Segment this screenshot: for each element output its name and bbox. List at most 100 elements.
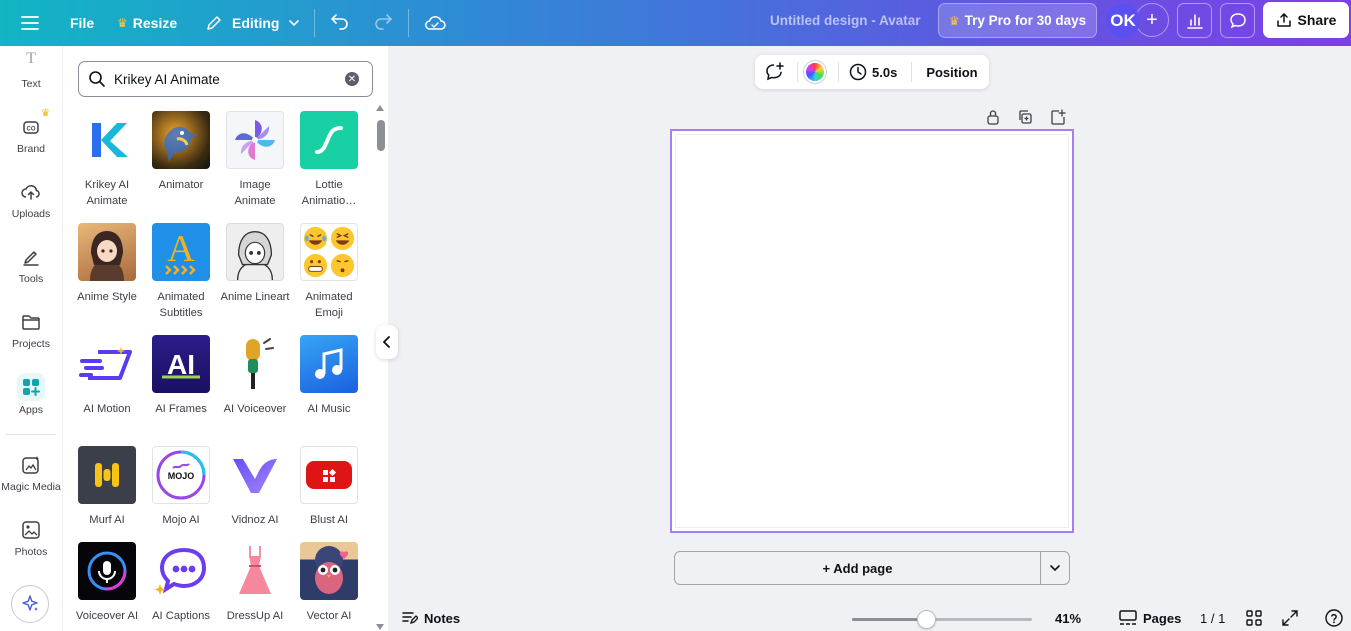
chevron-down-icon	[288, 17, 300, 29]
notes-button[interactable]: Notes	[402, 605, 460, 631]
divider	[6, 434, 56, 435]
search-input[interactable]: Krikey AI Animate ✕	[78, 61, 373, 97]
lock-button[interactable]	[984, 108, 1002, 126]
app-tile[interactable]: Image Animate	[220, 111, 290, 209]
zoom-slider-handle[interactable]	[917, 610, 936, 629]
app-tile[interactable]: Lottie Animatio…	[294, 111, 364, 209]
invite-button[interactable]: +	[1135, 3, 1169, 37]
add-page-button[interactable]: + Add page	[674, 551, 1041, 585]
redo-icon	[373, 14, 393, 32]
clear-search-button[interactable]: ✕	[345, 72, 359, 86]
rail-item-text[interactable]: T Text	[0, 52, 62, 90]
try-pro-button[interactable]: ♛ Try Pro for 30 days	[938, 3, 1097, 38]
rail-item-magic-media[interactable]: Magic Media	[0, 454, 62, 493]
sparkle-icon	[20, 594, 40, 614]
rail-item-apps[interactable]: Apps	[0, 373, 62, 416]
file-menu[interactable]: File	[70, 0, 94, 46]
app-tile[interactable]: Vector AI	[294, 542, 364, 624]
scrollbar-thumb[interactable]	[377, 120, 385, 151]
duplicate-page-button[interactable]	[1016, 108, 1034, 126]
brand-icon: CO ♛	[20, 116, 42, 138]
resize-button[interactable]: ♛ Resize	[117, 0, 177, 46]
undo-button[interactable]	[330, 0, 350, 46]
app-tile[interactable]: Animated Emoji	[294, 223, 364, 321]
scrollbar[interactable]	[375, 104, 383, 631]
app-label: Lottie Animatio…	[292, 177, 366, 209]
app-tile[interactable]: Blust AI	[294, 446, 364, 528]
divider	[408, 9, 409, 37]
editing-mode-button[interactable]: Editing	[205, 0, 300, 46]
add-page-top-button[interactable]	[1049, 108, 1067, 126]
app-label: DressUp AI	[218, 608, 292, 624]
color-picker-button[interactable]	[804, 61, 826, 83]
app-label: Murf AI	[70, 512, 144, 528]
comments-button[interactable]	[1220, 3, 1255, 38]
app-label: Krikey AI Animate	[70, 177, 144, 209]
rail-item-label: Apps	[19, 404, 43, 416]
design-title[interactable]: Untitled design - Avatar	[770, 13, 921, 28]
zoom-level[interactable]: 41%	[1055, 605, 1081, 631]
zoom-slider-fill	[852, 618, 926, 621]
app-tile[interactable]: Anime Lineart	[220, 223, 290, 305]
app-tile[interactable]: Murf AI	[72, 446, 142, 528]
position-button[interactable]: Position	[926, 65, 977, 80]
avatar[interactable]: OK	[1106, 4, 1140, 38]
app-tile[interactable]: Anime Style	[72, 223, 142, 305]
svg-text:CO: CO	[27, 127, 36, 133]
help-button[interactable]	[1325, 605, 1343, 631]
bar-chart-icon	[1186, 12, 1204, 30]
redo-button[interactable]	[373, 0, 393, 46]
save-status-button[interactable]	[424, 0, 446, 46]
zoom-slider[interactable]	[852, 618, 1032, 621]
app-label: AI Music	[292, 401, 366, 417]
try-pro-label: Try Pro for 30 days	[965, 13, 1087, 28]
rail-item-photos[interactable]: Photos	[0, 519, 62, 558]
rail-item-projects[interactable]: Projects	[0, 311, 62, 350]
svg-text:MOJO: MOJO	[168, 471, 195, 481]
app-tile[interactable]: AI Voiceover	[220, 335, 290, 417]
grid-view-button[interactable]	[1246, 605, 1262, 631]
rail-item-brand[interactable]: CO ♛ Brand	[0, 116, 62, 155]
apps-panel: Krikey AI Animate ✕ Krikey AI Animate An…	[62, 46, 388, 631]
grid-icon	[1246, 610, 1262, 626]
app-tile[interactable]: Voiceover AI	[72, 542, 142, 624]
fullscreen-button[interactable]	[1282, 605, 1298, 631]
letter-a-logo: A	[152, 223, 210, 281]
top-bar: File ♛ Resize Editing Untitled design - …	[0, 0, 1351, 46]
app-tile[interactable]: Krikey AI Animate	[72, 111, 142, 209]
share-label: Share	[1298, 12, 1337, 28]
app-tile[interactable]: Vidnoz AI	[220, 446, 290, 528]
app-tile[interactable]: A Animated Subtitles	[146, 223, 216, 321]
insights-button[interactable]	[1177, 3, 1212, 38]
app-tile[interactable]: AI Captions	[146, 542, 216, 624]
rail-item-label: Brand	[17, 143, 45, 155]
share-button[interactable]: Share	[1263, 2, 1349, 38]
app-tile[interactable]: AI Motion	[72, 335, 142, 417]
duration-button[interactable]: 5.0s	[849, 63, 897, 81]
page-count: 1 / 1	[1200, 605, 1225, 631]
magic-assistant-button[interactable]	[11, 585, 49, 623]
app-label: Blust AI	[292, 512, 366, 528]
svg-text:A: A	[167, 228, 195, 270]
app-tile[interactable]: AI AI Frames	[146, 335, 216, 417]
page-canvas[interactable]	[675, 134, 1069, 528]
app-tile[interactable]: Animator	[146, 111, 216, 193]
design-page[interactable]	[670, 129, 1074, 533]
pinwheel-image	[226, 111, 284, 169]
resize-label: Resize	[133, 15, 177, 31]
menu-button[interactable]	[20, 0, 40, 46]
comment-add-icon	[764, 62, 784, 82]
rail-item-uploads[interactable]: Uploads	[0, 181, 62, 220]
rail-item-tools[interactable]: Tools	[0, 246, 62, 285]
app-tile[interactable]: MOJO Mojo AI	[146, 446, 216, 528]
app-tile[interactable]: DressUp AI	[220, 542, 290, 624]
crown-icon: ♛	[117, 16, 128, 30]
pages-button[interactable]: Pages	[1119, 605, 1181, 631]
add-comment-button[interactable]	[757, 62, 791, 82]
add-page-options-button[interactable]	[1040, 551, 1070, 585]
rail-item-label: Uploads	[12, 208, 51, 220]
collapse-panel-button[interactable]	[376, 325, 398, 359]
ai-motion-logo	[78, 335, 136, 393]
app-tile[interactable]: AI Music	[294, 335, 364, 417]
lineart-image	[226, 223, 284, 281]
